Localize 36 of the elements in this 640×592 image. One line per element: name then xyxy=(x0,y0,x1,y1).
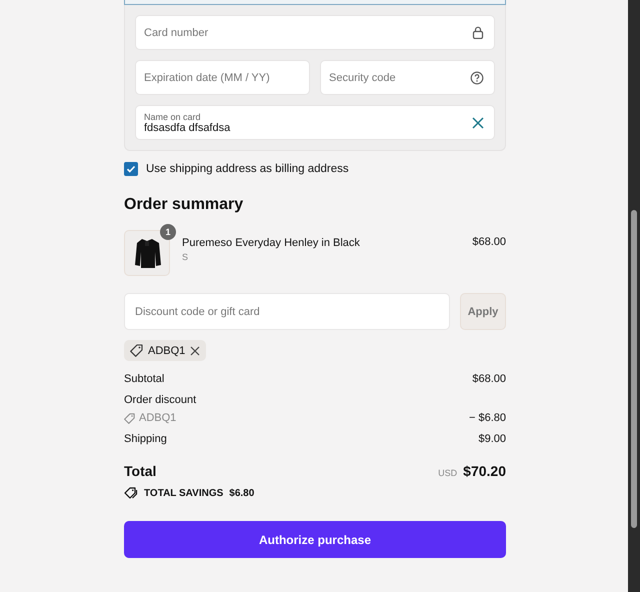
summary-value: − $6.80 xyxy=(468,412,506,424)
currency-code: USD xyxy=(438,468,458,478)
clear-icon[interactable] xyxy=(472,116,484,128)
discount-code: ADBQ1 xyxy=(148,344,186,356)
section-title: Order summary xyxy=(124,196,244,214)
name-on-card-field[interactable]: Name on card fdsasdfa dfsafdsa xyxy=(135,105,495,140)
summary-value: $9.00 xyxy=(478,433,506,445)
summary-label: Shipping xyxy=(124,433,167,445)
product-price: $68.00 xyxy=(472,236,506,248)
checkbox-label: Use shipping address as billing address xyxy=(146,163,349,175)
card-number-field[interactable]: Card number xyxy=(135,15,495,50)
tag-icon xyxy=(124,412,135,424)
summary-label: Subtotal xyxy=(124,373,164,385)
quantity-badge: 1 xyxy=(160,224,176,240)
discount-code: ADBQ1 xyxy=(139,412,176,424)
help-icon[interactable] xyxy=(470,70,484,84)
total-value: $70.20 xyxy=(463,463,506,479)
tags-icon xyxy=(124,487,138,499)
total-label: Total xyxy=(124,463,156,479)
discount-field[interactable]: Discount code or gift card xyxy=(124,293,450,330)
checkmark-icon xyxy=(126,164,136,174)
expiration-date-field[interactable]: Expiration date (MM / YY) xyxy=(135,60,310,95)
scrollbar[interactable] xyxy=(628,0,640,592)
product-variant: S xyxy=(182,252,190,262)
security-code-field[interactable]: Security code xyxy=(320,60,495,95)
checkbox[interactable] xyxy=(124,162,138,176)
summary-label: Order discount xyxy=(124,394,198,406)
product-name: Puremeso Everyday Henley in Black xyxy=(182,236,361,248)
lock-icon xyxy=(472,26,484,39)
remove-icon[interactable] xyxy=(190,346,200,356)
savings-label: TOTAL SAVINGS xyxy=(144,488,224,498)
authorize-purchase-button[interactable]: Authorize purchase xyxy=(124,521,506,558)
tag-icon xyxy=(130,344,143,357)
summary-value: $68.00 xyxy=(472,373,506,385)
savings-value: $6.80 xyxy=(229,488,254,498)
apply-button[interactable]: Apply xyxy=(460,293,506,330)
